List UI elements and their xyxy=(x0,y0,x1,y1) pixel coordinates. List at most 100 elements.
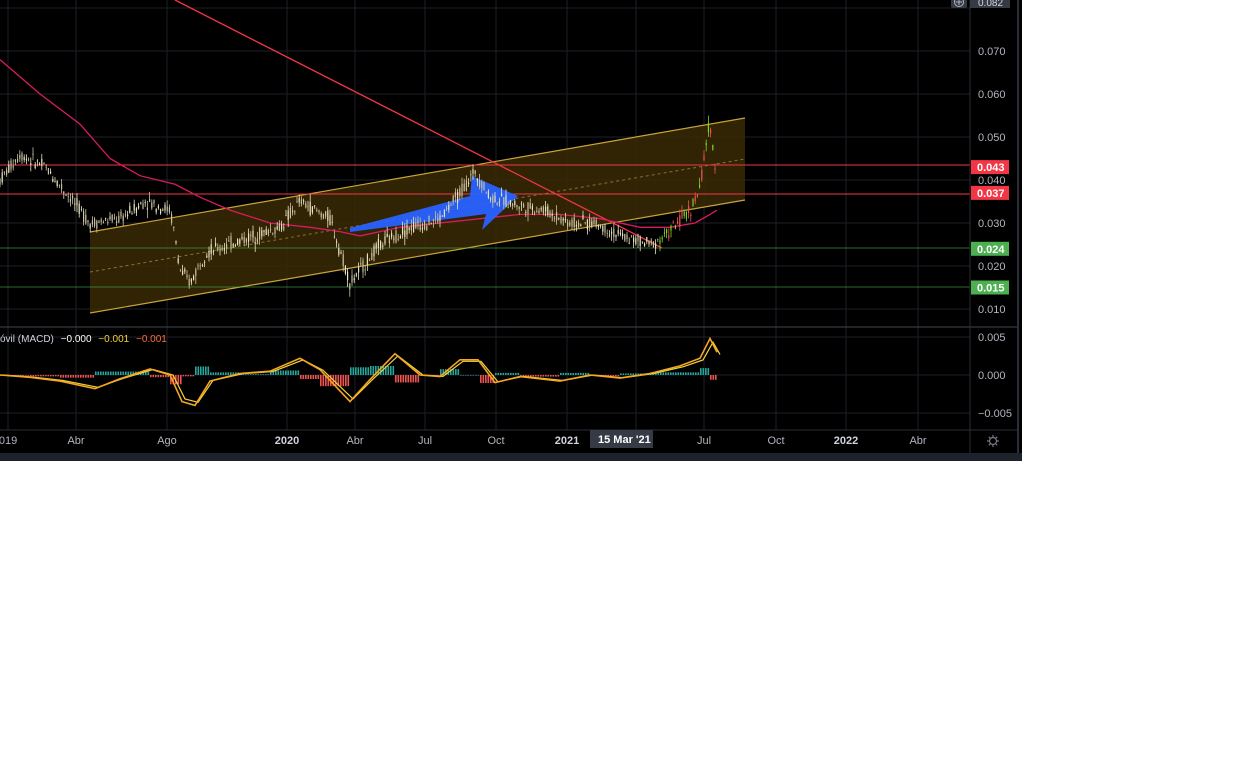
price-scale[interactable]: 0.070 0.060 0.050 0.040 0.030 0.020 0.010 xyxy=(978,46,1006,316)
macd-histogram-bar xyxy=(97,371,100,375)
candle-body xyxy=(538,210,540,214)
time-axis-label: Oct xyxy=(767,435,784,447)
plus-icon[interactable] xyxy=(951,0,967,8)
candle-body xyxy=(347,271,349,281)
candle-body xyxy=(300,199,302,205)
macd-histogram-bar xyxy=(220,372,222,375)
candle-body xyxy=(441,215,443,217)
macd-legend[interactable]: óvil (MACD) −0.000 −0.001 −0.001 xyxy=(0,334,171,345)
candle-body xyxy=(630,235,632,237)
candle-body xyxy=(591,221,593,226)
macd-histogram-bar xyxy=(122,371,125,375)
candle-body xyxy=(366,254,368,265)
candle-body xyxy=(120,211,122,217)
macd-histogram-bar xyxy=(227,372,230,375)
candle-body xyxy=(135,207,137,213)
candle-body xyxy=(208,250,210,258)
gear-icon[interactable] xyxy=(987,435,999,447)
macd-histogram-bar xyxy=(190,375,192,377)
time-axis[interactable]: 019 Abr Ago 2020 Abr Jul Oct 2021 Jul Oct 2022 Abr xyxy=(0,435,927,447)
candle-body xyxy=(481,181,483,189)
macd-histogram-bar xyxy=(315,375,317,379)
macd-histogram-bar xyxy=(37,375,40,377)
macd-histogram-bar xyxy=(100,371,102,375)
candle-body xyxy=(520,203,522,205)
macd-histogram-bar xyxy=(55,375,57,377)
candle-body xyxy=(457,191,459,204)
macd-histogram-bar xyxy=(60,375,62,378)
macd-histogram-bar xyxy=(615,375,617,377)
macd-histogram-bar xyxy=(697,372,700,375)
macd-histogram-bar xyxy=(457,369,460,375)
macd-histogram-bar xyxy=(687,372,690,375)
macd-histogram-bar xyxy=(342,375,345,387)
macd-histogram-bar xyxy=(160,375,162,378)
candle-body xyxy=(694,196,696,202)
chart-container[interactable]: 0.070 0.060 0.050 0.040 0.030 0.020 0.010 0.04… xyxy=(0,0,1022,461)
macd-histogram-bar xyxy=(25,375,27,376)
macd-legend-name: óvil (MACD) xyxy=(0,334,54,345)
candle-body xyxy=(549,211,551,218)
macd-histogram-bar xyxy=(42,375,45,377)
candle-body xyxy=(578,222,580,227)
candle-body xyxy=(505,195,507,208)
macd-histogram-bar xyxy=(277,370,280,375)
macd-histogram-bar xyxy=(117,371,120,375)
macd-histogram-bar xyxy=(475,375,477,376)
candle-body xyxy=(331,222,333,223)
candle-body xyxy=(333,235,335,238)
candle-body xyxy=(633,237,635,243)
chart-canvas[interactable]: 0.070 0.060 0.050 0.040 0.030 0.020 0.010 0.04… xyxy=(0,0,1022,461)
macd-histogram-bar xyxy=(22,375,25,376)
macd-histogram-bar xyxy=(535,375,537,377)
candle-body xyxy=(338,247,340,255)
macd-histogram-bar xyxy=(180,375,182,385)
macd-histogram-bar xyxy=(92,375,95,378)
candle-body xyxy=(256,238,258,243)
candle-body xyxy=(516,205,518,208)
macd-histogram-bar xyxy=(300,375,302,379)
macd-histogram-bar xyxy=(540,375,542,377)
candle-body xyxy=(292,210,294,213)
candle-body xyxy=(336,241,338,243)
candle-body xyxy=(540,208,542,210)
price-tick-label: 0.050 xyxy=(978,132,1006,144)
macd-histogram-bar xyxy=(547,375,550,377)
candle-body xyxy=(644,243,646,247)
candle-body xyxy=(692,198,694,207)
candle-body xyxy=(289,207,291,219)
macd-histogram-bar xyxy=(307,375,310,379)
candle-body xyxy=(250,235,252,236)
time-axis-label: 019 xyxy=(0,435,17,447)
candle-body xyxy=(61,184,63,189)
macd-histogram-bar xyxy=(295,370,297,375)
candle-body xyxy=(503,197,505,205)
candle-body xyxy=(593,219,595,224)
candle-body xyxy=(32,153,34,155)
candle-body xyxy=(160,209,162,214)
macd-histogram-bar xyxy=(165,375,167,378)
candle-body xyxy=(325,211,327,217)
candle-body xyxy=(270,229,272,231)
candle-body xyxy=(584,222,586,223)
candle-body xyxy=(100,219,102,222)
macd-histogram-bar xyxy=(702,368,705,375)
candle-body xyxy=(360,263,362,265)
candle-body xyxy=(580,224,582,226)
candle-body xyxy=(320,213,322,218)
candle-body xyxy=(241,236,243,239)
candle-body xyxy=(281,224,283,230)
candle-body xyxy=(380,241,382,248)
candle-body xyxy=(459,188,461,197)
candle-body xyxy=(155,208,157,213)
macd-histogram-bar xyxy=(695,372,697,375)
candle-body xyxy=(619,232,621,235)
macd-histogram-bar xyxy=(255,374,257,375)
macd-histogram-bar xyxy=(200,366,202,375)
macd-histogram-bar xyxy=(52,375,55,377)
candle-body xyxy=(283,227,285,229)
macd-histogram-bar xyxy=(515,372,517,375)
macd-histogram-bar xyxy=(310,375,312,379)
candle-body xyxy=(624,233,626,241)
macd-scale[interactable]: 0.005 0.000 −0.005 xyxy=(978,332,1012,420)
